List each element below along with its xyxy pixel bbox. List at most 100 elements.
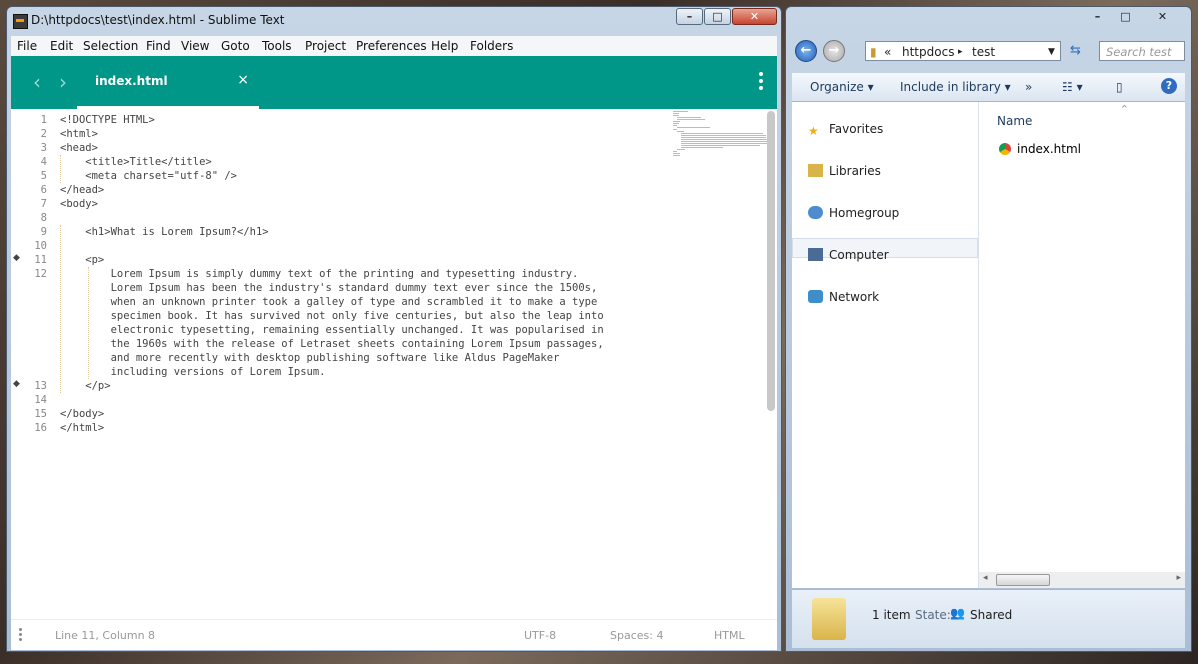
search-placeholder: Search test bbox=[1106, 45, 1172, 59]
code-line[interactable]: Lorem Ipsum has been the industry's stan… bbox=[60, 281, 604, 295]
breadcrumb-httpdocs[interactable]: httpdocs bbox=[902, 45, 954, 59]
minimap-line bbox=[681, 147, 723, 148]
file-list: Name ^ index.html ◂ ▸ bbox=[979, 102, 1185, 588]
minimap-line bbox=[673, 115, 679, 116]
menu-project[interactable]: Project bbox=[305, 39, 346, 53]
minimap-line bbox=[673, 113, 679, 114]
menu-find[interactable]: Find bbox=[146, 39, 171, 53]
menu-help[interactable]: Help bbox=[431, 39, 458, 53]
tab-index-html[interactable]: index.html × bbox=[77, 56, 259, 109]
code-line[interactable] bbox=[60, 211, 604, 225]
scrollbar-thumb[interactable] bbox=[996, 574, 1050, 586]
minimize-button[interactable]: – bbox=[676, 8, 703, 25]
code-line[interactable]: </html> bbox=[60, 421, 604, 435]
file-item[interactable]: index.html bbox=[999, 142, 1081, 156]
more-commands-button[interactable]: » bbox=[1025, 80, 1032, 94]
menu-selection[interactable]: Selection bbox=[83, 39, 138, 53]
indent-status[interactable]: Spaces: 4 bbox=[610, 629, 663, 642]
code-text[interactable]: <!DOCTYPE HTML> <html> <head> <title>Title… bbox=[60, 113, 604, 435]
computer-icon bbox=[808, 248, 823, 261]
menu-preferences[interactable]: Preferences bbox=[356, 39, 427, 53]
tab-back-icon[interactable]: ‹ bbox=[33, 70, 41, 94]
code-line[interactable]: </body> bbox=[60, 407, 604, 421]
back-button[interactable]: ← bbox=[795, 40, 817, 62]
minimap[interactable] bbox=[673, 111, 767, 159]
explorer-close-button[interactable]: ✕ bbox=[1140, 8, 1185, 25]
help-icon[interactable]: ? bbox=[1161, 78, 1177, 94]
breadcrumb-test[interactable]: test bbox=[972, 45, 995, 59]
address-bar[interactable]: ▮ « httpdocs ▸ test ▼ bbox=[865, 41, 1061, 61]
breadcrumb-separator-icon[interactable]: ▸ bbox=[958, 47, 963, 57]
code-line[interactable]: <h1>What is Lorem Ipsum?</h1> bbox=[60, 225, 604, 239]
horizontal-scrollbar[interactable]: ◂ ▸ bbox=[979, 572, 1185, 588]
code-line[interactable]: <meta charset="utf-8" /> bbox=[60, 169, 604, 183]
code-line[interactable]: <body> bbox=[60, 197, 604, 211]
scroll-left-icon[interactable]: ◂ bbox=[983, 573, 988, 583]
minimap-line bbox=[673, 111, 688, 112]
breadcrumb-overflow[interactable]: « bbox=[884, 45, 891, 59]
maximize-button[interactable]: □ bbox=[704, 8, 731, 25]
code-line[interactable]: <!DOCTYPE HTML> bbox=[60, 113, 604, 127]
sublime-app-icon bbox=[13, 14, 28, 29]
scroll-right-icon[interactable]: ▸ bbox=[1176, 573, 1181, 583]
bookmark-icon[interactable]: ◆ bbox=[13, 379, 20, 389]
menu-view[interactable]: View bbox=[181, 39, 209, 53]
code-line[interactable]: the 1960s with the release of Letraset s… bbox=[60, 337, 604, 351]
tab-bar: ‹ › index.html × bbox=[11, 56, 777, 109]
minimap-line bbox=[677, 149, 685, 150]
code-line[interactable]: <html> bbox=[60, 127, 604, 141]
syntax-status[interactable]: HTML bbox=[714, 629, 745, 642]
code-editor[interactable]: 1 2 3 4 5 6 7 8 9 10 11 12 13 14 15 16 <!DOCTYPE HTML> <… bbox=[11, 109, 777, 619]
code-line[interactable] bbox=[60, 393, 604, 407]
nav-network[interactable]: Network bbox=[808, 290, 879, 304]
minimap-line bbox=[677, 119, 705, 120]
code-line[interactable]: <head> bbox=[60, 141, 604, 155]
code-line[interactable]: <title>Title</title> bbox=[60, 155, 604, 169]
organize-button[interactable]: Organize ▾ bbox=[810, 80, 874, 94]
code-line[interactable]: specimen book. It has survived not only … bbox=[60, 309, 604, 323]
nav-libraries[interactable]: Libraries bbox=[808, 164, 881, 178]
encoding-status[interactable]: UTF-8 bbox=[524, 629, 556, 642]
menu-goto[interactable]: Goto bbox=[221, 39, 250, 53]
code-line[interactable]: when an unknown printer took a galley of… bbox=[60, 295, 604, 309]
menu-edit[interactable]: Edit bbox=[50, 39, 73, 53]
nav-homegroup[interactable]: Homegroup bbox=[808, 206, 899, 220]
status-bar: Line 11, Column 8 UTF-8 Spaces: 4 HTML bbox=[11, 619, 777, 650]
explorer-maximize-button[interactable]: □ bbox=[1112, 8, 1139, 25]
forward-button[interactable]: → bbox=[823, 40, 845, 62]
tab-close-icon[interactable]: × bbox=[237, 72, 249, 88]
menu-tools[interactable]: Tools bbox=[262, 39, 292, 53]
include-in-library-button[interactable]: Include in library ▾ bbox=[900, 80, 1011, 94]
code-line[interactable]: </head> bbox=[60, 183, 604, 197]
menu-file[interactable]: File bbox=[17, 39, 37, 53]
code-line[interactable]: electronic typesetting, remaining essent… bbox=[60, 323, 604, 337]
line-number bbox=[11, 281, 47, 295]
panel-toggle-icon[interactable] bbox=[19, 628, 22, 643]
code-line[interactable]: <p> bbox=[60, 253, 604, 267]
editor-scrollbar[interactable] bbox=[767, 111, 775, 411]
explorer-minimize-button[interactable]: – bbox=[1084, 8, 1111, 25]
bookmark-icon[interactable]: ◆ bbox=[13, 253, 20, 263]
nav-favorites[interactable]: ★ Favorites bbox=[808, 122, 883, 138]
column-name-header[interactable]: Name bbox=[997, 114, 1032, 128]
sublime-titlebar[interactable]: D:\httpdocs\test\index.html - Sublime Te… bbox=[7, 7, 781, 35]
line-number: 14 bbox=[34, 394, 47, 406]
code-line[interactable]: and more recently with desktop publishin… bbox=[60, 351, 604, 365]
more-options-icon[interactable] bbox=[759, 72, 763, 93]
menu-folders[interactable]: Folders bbox=[470, 39, 513, 53]
minimap-line bbox=[673, 125, 677, 126]
address-dropdown-icon[interactable]: ▼ bbox=[1048, 47, 1055, 57]
code-line[interactable]: Lorem Ipsum is simply dummy text of the … bbox=[60, 267, 604, 281]
close-button[interactable]: ✕ bbox=[732, 8, 777, 25]
preview-pane-icon[interactable]: ▯ bbox=[1116, 80, 1123, 94]
code-line[interactable]: </p> bbox=[60, 379, 604, 393]
code-line[interactable]: including versions of Lorem Ipsum. bbox=[60, 365, 604, 379]
refresh-icon[interactable]: ⇆ bbox=[1070, 43, 1081, 58]
view-options-icon[interactable]: ☷ ▾ bbox=[1062, 80, 1083, 94]
search-box[interactable]: Search test bbox=[1099, 41, 1185, 61]
minimap-line bbox=[673, 123, 679, 124]
code-line[interactable] bbox=[60, 239, 604, 253]
nav-computer[interactable]: Computer bbox=[808, 248, 889, 262]
minimap-line bbox=[677, 131, 684, 132]
tab-forward-icon[interactable]: › bbox=[59, 70, 67, 94]
